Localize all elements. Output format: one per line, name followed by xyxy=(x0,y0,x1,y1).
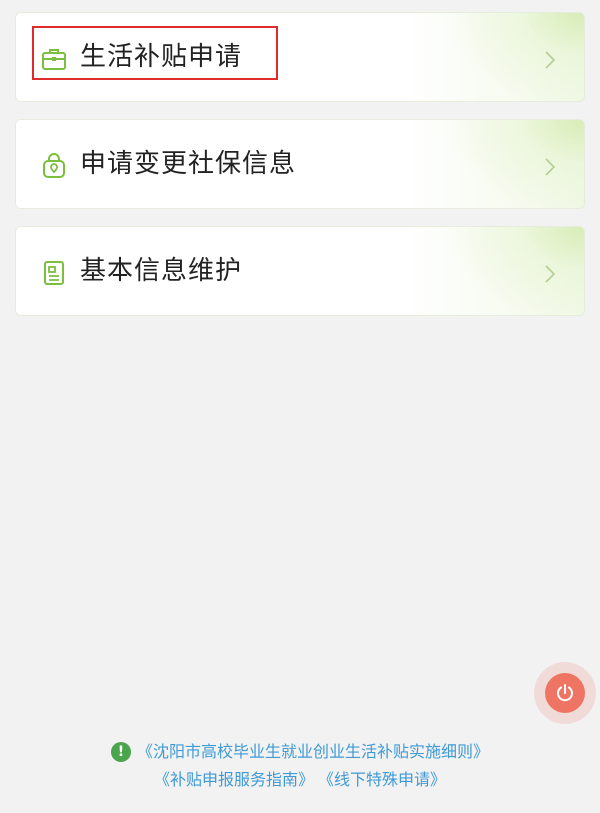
footer-line: 《补贴申报服务指南》 《线下特殊申请》 xyxy=(0,766,600,794)
footer-line: ! 《沈阳市高校毕业生就业创业生活补贴实施细则》 xyxy=(0,738,600,766)
menu-item-label: 基本信息维护 xyxy=(80,256,243,286)
menu-item-change-social-security[interactable]: 申请变更社保信息 xyxy=(15,119,585,209)
shopping-bag-icon xyxy=(40,152,68,180)
power-button[interactable] xyxy=(534,662,596,724)
menu-item-living-subsidy[interactable]: 生活补贴申请 xyxy=(15,12,585,102)
link-implementation-rules[interactable]: 《沈阳市高校毕业生就业创业生活补贴实施细则》 xyxy=(137,738,489,766)
power-icon xyxy=(557,684,573,702)
briefcase-icon xyxy=(40,45,68,73)
chevron-right-icon xyxy=(544,264,556,284)
link-service-guide[interactable]: 《补贴申报服务指南》 xyxy=(154,766,314,794)
power-button-inner xyxy=(545,673,585,713)
menu-item-label: 申请变更社保信息 xyxy=(80,149,297,179)
menu-item-basic-info[interactable]: 基本信息维护 xyxy=(15,226,585,316)
link-offline-application[interactable]: 《线下特殊申请》 xyxy=(318,766,446,794)
chevron-right-icon xyxy=(544,157,556,177)
menu-item-label: 生活补贴申请 xyxy=(80,42,243,72)
id-card-icon xyxy=(40,259,68,287)
chevron-right-icon xyxy=(544,50,556,70)
info-icon: ! xyxy=(110,742,131,762)
footer-links: ! 《沈阳市高校毕业生就业创业生活补贴实施细则》 《补贴申报服务指南》 《线下特… xyxy=(0,738,600,794)
